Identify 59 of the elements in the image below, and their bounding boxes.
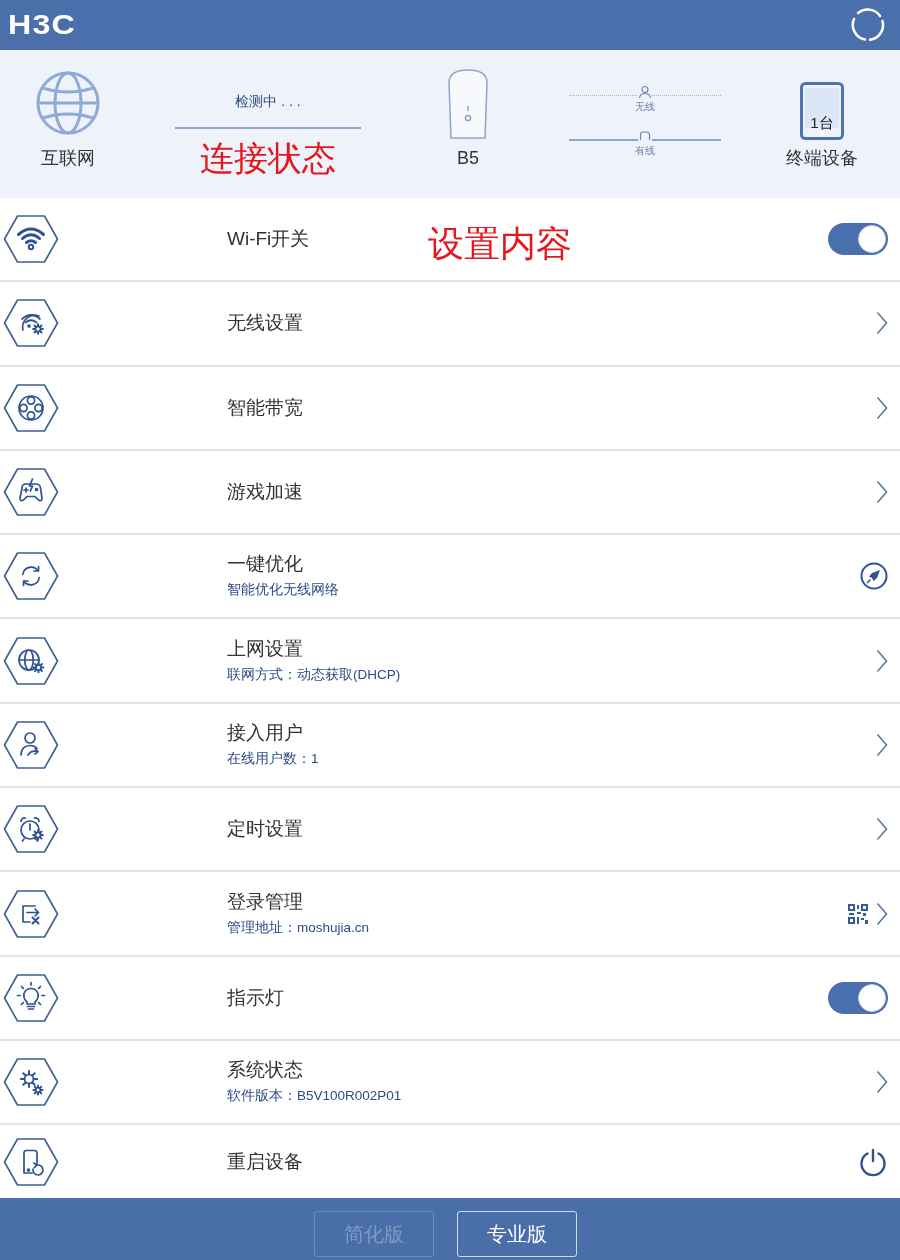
device-count: 1台 bbox=[809, 114, 835, 132]
setting-title: Wi-Fi开关 bbox=[227, 227, 310, 252]
devices-label: 终端设备 bbox=[786, 147, 858, 170]
wired-label: 有线 bbox=[635, 145, 655, 157]
wireless-label: 无线 bbox=[635, 101, 655, 113]
toggle-switch[interactable] bbox=[828, 223, 888, 256]
setting-title: 上网设置 bbox=[227, 636, 303, 661]
chevron-icon[interactable] bbox=[876, 395, 888, 420]
setting-title: 重启设备 bbox=[227, 1149, 303, 1174]
router-label: B5 bbox=[457, 147, 479, 170]
setting-detail: 联网方式：动态获取(DHCP) bbox=[227, 665, 401, 684]
setting-detail: 管理地址：moshujia.cn bbox=[227, 918, 370, 937]
person-icon bbox=[638, 85, 652, 99]
box-arrow-icon bbox=[3, 888, 59, 939]
setting-detail: 软件版本：B5V100R002P01 bbox=[227, 1087, 402, 1106]
annotation-label: 设置内容 bbox=[428, 224, 572, 264]
setting-title: 登录管理 bbox=[227, 889, 303, 914]
sync-icon bbox=[3, 551, 59, 602]
annotation-label: 连接状态 bbox=[200, 138, 336, 178]
alarm-clock-icon bbox=[3, 804, 59, 855]
gamepad-icon bbox=[3, 467, 59, 518]
user-arrow-icon bbox=[3, 719, 59, 770]
refresh-icon[interactable] bbox=[850, 7, 886, 43]
chevron-icon[interactable] bbox=[876, 480, 888, 505]
chevron-icon[interactable] bbox=[876, 648, 888, 673]
setting-title: 系统状态 bbox=[227, 1058, 303, 1083]
toggle-switch[interactable] bbox=[828, 981, 888, 1014]
setting-title: 指示灯 bbox=[227, 985, 284, 1010]
wifi-gear-icon bbox=[3, 298, 59, 349]
setting-title: 智能带宽 bbox=[227, 395, 303, 420]
globe-icon bbox=[35, 70, 101, 136]
chevron-icon[interactable] bbox=[876, 311, 888, 336]
light-bulb-icon bbox=[3, 972, 59, 1023]
qr-code-icon[interactable] bbox=[848, 903, 868, 924]
router-icon bbox=[445, 68, 491, 140]
setting-title: 游戏加速 bbox=[227, 480, 303, 505]
chevron-icon[interactable] bbox=[876, 1070, 888, 1095]
setting-title: 接入用户 bbox=[227, 720, 303, 745]
version-button[interactable]: 专业版 bbox=[457, 1211, 577, 1257]
internet-label: 互联网 bbox=[41, 147, 95, 170]
tablet-icon bbox=[800, 82, 844, 140]
power-icon[interactable] bbox=[858, 1146, 888, 1177]
setting-title: 定时设置 bbox=[227, 817, 303, 842]
circle-dots-icon bbox=[3, 382, 59, 433]
setting-detail: 在线用户数：1 bbox=[227, 749, 319, 768]
setting-title: 无线设置 bbox=[227, 311, 303, 336]
chevron-icon[interactable] bbox=[876, 901, 888, 926]
wifi-icon bbox=[3, 214, 59, 265]
chevron-icon[interactable] bbox=[876, 732, 888, 757]
connection-status: 检测中 . . . bbox=[235, 92, 301, 111]
gears-icon bbox=[3, 1057, 59, 1108]
cable-icon bbox=[638, 129, 652, 143]
setting-detail: 智能优化无线网络 bbox=[227, 581, 339, 600]
phone-restart-icon bbox=[3, 1136, 59, 1187]
logo: H3C bbox=[8, 9, 76, 41]
setting-title: 一键优化 bbox=[227, 552, 303, 577]
rocket-icon[interactable] bbox=[860, 562, 888, 591]
chevron-icon[interactable] bbox=[876, 817, 888, 842]
globe-gear-icon bbox=[3, 635, 59, 686]
